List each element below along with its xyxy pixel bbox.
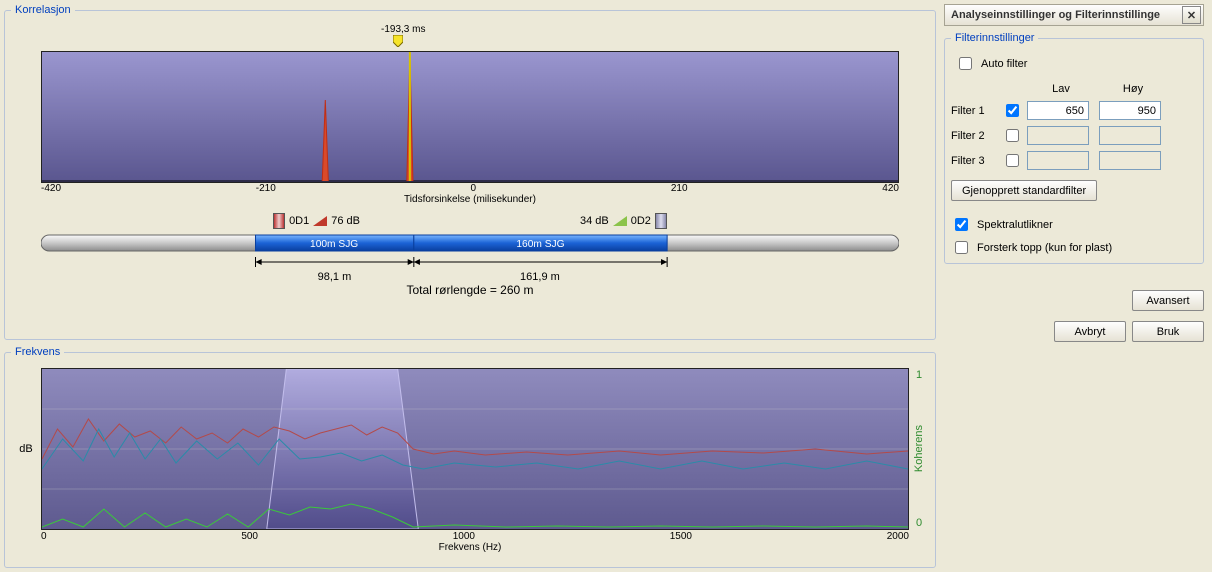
pipe-seg1: 100m SJG <box>310 239 358 250</box>
apply-button[interactable]: Bruk <box>1132 321 1204 342</box>
signal-strength-right-icon <box>613 216 627 226</box>
auto-filter-checkbox[interactable]: Auto filter <box>955 54 1197 73</box>
filter2-high[interactable] <box>1099 126 1161 145</box>
sensor-row: 0D1 76 dB 34 dB 0D2 <box>41 213 899 229</box>
filter1-high[interactable] <box>1099 101 1161 120</box>
filter3-low[interactable] <box>1027 151 1089 170</box>
sensor-left-db: 76 dB <box>331 215 360 227</box>
filter2-low[interactable] <box>1027 126 1089 145</box>
filter2-check[interactable] <box>1005 129 1020 142</box>
total-length: Total rørlengde = 260 m <box>41 283 899 297</box>
frequency-chart <box>41 368 909 530</box>
filter-grid: Lav Høy Filter 1 Filter 2 Filter 3 <box>951 83 1197 170</box>
filter-group-title: Filterinnstillinger <box>951 32 1038 44</box>
correlation-xlabel: Tidsforsinkelse (milisekunder) <box>41 194 899 205</box>
correlation-title: Korrelasjon <box>11 4 75 16</box>
pipe-seg2: 160m SJG <box>516 239 564 250</box>
filter3-label: Filter 3 <box>951 155 997 167</box>
peak-marker-icon <box>393 35 899 47</box>
sensor-left-id: 0D1 <box>289 215 309 227</box>
freq-xlabel: Frekvens (Hz) <box>11 542 929 553</box>
sensor-left-box-icon <box>273 213 285 229</box>
dist-left: 98,1 m <box>256 271 414 283</box>
low-header: Lav <box>1027 83 1095 95</box>
settings-titlebar: Analyseinnstillinger og Filterinnstillin… <box>944 4 1204 26</box>
sensor-right-db: 34 dB <box>580 215 609 227</box>
frequency-title: Frekvens <box>11 346 64 358</box>
sensor-right-box-icon <box>655 213 667 229</box>
sensor-right-id: 0D2 <box>631 215 651 227</box>
restore-defaults-button[interactable]: Gjenopprett standardfilter <box>951 180 1097 201</box>
filter3-check[interactable] <box>1005 154 1020 167</box>
filter1-check[interactable] <box>1005 104 1020 117</box>
dist-right: 161,9 m <box>413 271 666 283</box>
peak-label: -193,3 ms <box>381 24 425 35</box>
spectral-equalizer-checkbox[interactable]: Spektralutlikner <box>951 215 1197 234</box>
filter-settings-group: Filterinnstillinger Auto filter Lav Høy … <box>944 32 1204 264</box>
freq-y-left: dB <box>11 443 41 455</box>
filter3-high[interactable] <box>1099 151 1161 170</box>
filter1-label: Filter 1 <box>951 105 997 117</box>
close-button[interactable]: ✕ <box>1182 6 1201 24</box>
signal-strength-left-icon <box>313 216 327 226</box>
correlation-panel: Korrelasjon -193,3 ms <box>4 4 936 340</box>
advanced-button[interactable]: Avansert <box>1132 290 1204 311</box>
filter2-label: Filter 2 <box>951 130 997 142</box>
correlation-xticks: -420 -210 0 210 420 <box>41 183 899 194</box>
high-header: Høy <box>1099 83 1167 95</box>
enhance-peak-checkbox[interactable]: Forsterk topp (kun for plast) <box>951 238 1197 257</box>
filter1-low[interactable] <box>1027 101 1089 120</box>
freq-y-right: Koherens <box>913 425 925 472</box>
pipe-diagram: 100m SJG 160m SJG <box>41 233 899 253</box>
frequency-panel: Frekvens dB <box>4 346 936 568</box>
freq-xticks: 0 500 1000 1500 2000 <box>11 531 929 542</box>
correlation-chart <box>41 51 899 183</box>
cancel-button[interactable]: Avbryt <box>1054 321 1126 342</box>
settings-title: Analyseinnstillinger og Filterinnstillin… <box>951 9 1160 21</box>
